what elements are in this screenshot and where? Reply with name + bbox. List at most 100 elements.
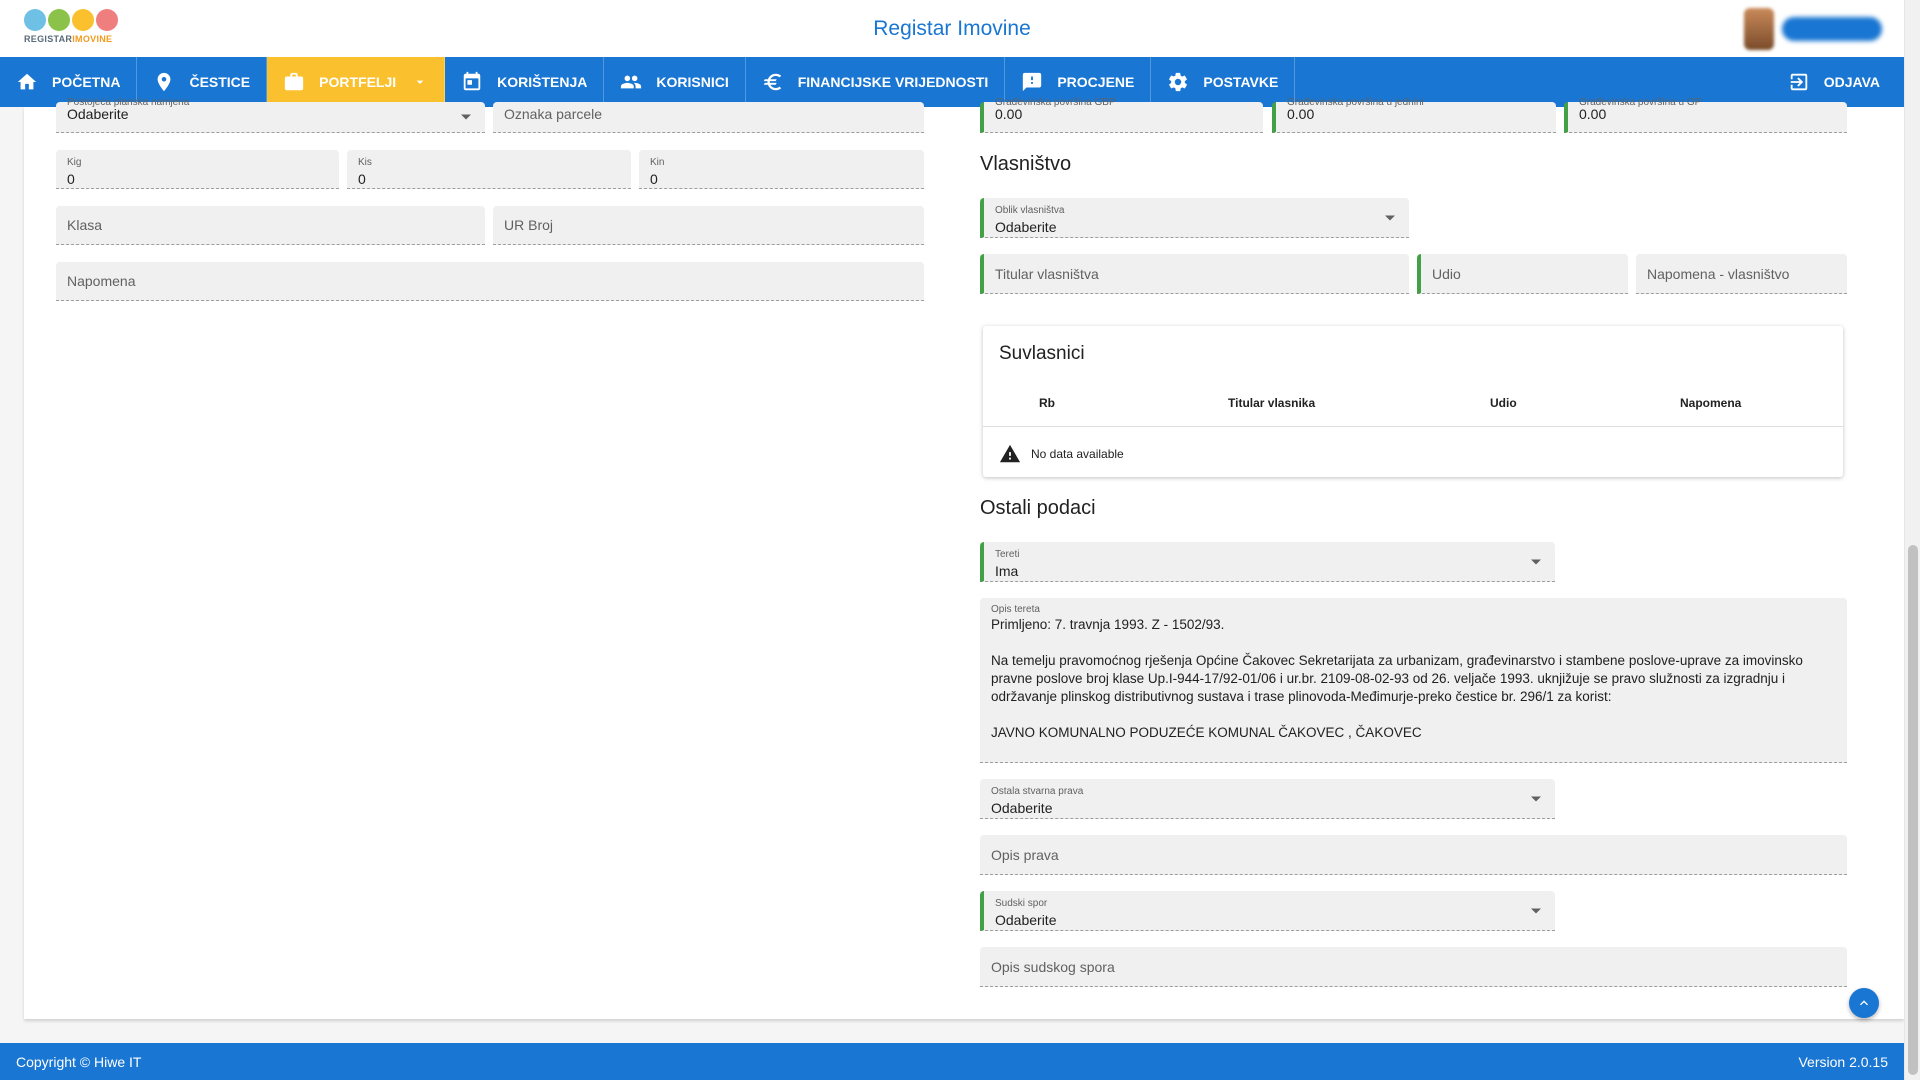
caret-down-icon	[416, 80, 424, 84]
top-header: REGISTARIMOVINE Registar Imovine	[0, 0, 1904, 57]
field-placeholder: UR Broj	[504, 217, 554, 233]
opis-sudskog-spora-input[interactable]: Opis sudskog spora	[980, 947, 1847, 987]
field-value: Ima	[995, 563, 1019, 579]
povrsina-gp-input[interactable]: Građevinska površina u GP 0.00	[1564, 97, 1847, 133]
user-avatar	[1744, 8, 1774, 50]
field-value: 0	[67, 171, 75, 187]
field-label: Oblik vlasništva	[995, 205, 1065, 216]
opis-prava-input[interactable]: Opis prava	[980, 835, 1847, 875]
logout-icon	[1790, 73, 1807, 91]
nav-label: PROCJENE	[1057, 74, 1135, 90]
kis-input[interactable]: Kis 0	[347, 150, 631, 189]
field-value: 0	[358, 171, 366, 187]
sudski-spor-select[interactable]: Sudski spor Odaberite	[980, 891, 1555, 931]
oblik-vlasnistva-select[interactable]: Oblik vlasništva Odaberite	[980, 198, 1409, 238]
klasa-input[interactable]: Klasa	[56, 206, 485, 245]
feedback-icon	[1023, 72, 1042, 92]
nav-label: KORIŠTENJA	[497, 74, 588, 90]
scroll-to-top-button[interactable]	[1849, 988, 1879, 1018]
suvlasnici-title: Suvlasnici	[999, 343, 1085, 364]
field-placeholder: Udio	[1432, 265, 1461, 282]
dropdown-arrow-icon	[461, 114, 471, 120]
app-title: Registar Imovine	[873, 17, 1031, 40]
dropdown-arrow-icon	[1531, 796, 1541, 801]
napomena-input[interactable]: Napomena	[56, 262, 924, 301]
nav-item-korisnici[interactable]: KORISNICI	[604, 57, 746, 107]
nav-item-portfelji[interactable]: PORTFELJI	[267, 57, 446, 107]
field-placeholder: Napomena	[67, 273, 136, 289]
nav-label: KORISNICI	[656, 74, 729, 90]
field-label: Sudski spor	[995, 898, 1048, 909]
field-placeholder: Titular vlasništva	[995, 265, 1099, 282]
field-placeholder: Opis sudskog spora	[991, 958, 1115, 975]
napomena-vlasnistvo-input[interactable]: Napomena - vlasništvo	[1636, 254, 1847, 294]
scrollbar-thumb[interactable]	[1908, 545, 1918, 1075]
column-header-napomena[interactable]: Napomena	[1680, 396, 1741, 410]
nav-item-postavke[interactable]: POSTAVKE	[1151, 57, 1296, 107]
ostali-podaci-heading: Ostali podaci	[980, 497, 1096, 519]
field-value: 0.00	[995, 106, 1023, 122]
field-label: Opis tereta	[991, 604, 1040, 615]
calendar-icon	[463, 71, 481, 91]
dropdown-arrow-icon	[1531, 908, 1541, 913]
field-placeholder: Oznaka parcele	[504, 106, 603, 122]
nav-label: POČETNA	[52, 74, 121, 90]
field-label: Kig	[67, 157, 82, 168]
field-placeholder: Klasa	[67, 217, 103, 233]
column-header-rb[interactable]: Rb	[1039, 396, 1055, 410]
nav-label: POSTAVKE	[1203, 74, 1279, 90]
no-data-message: No data available	[999, 443, 1124, 465]
tereti-select[interactable]: Tereti Ima	[980, 542, 1555, 582]
no-data-text: No data available	[1031, 447, 1124, 461]
chevron-up-icon	[1860, 1000, 1868, 1006]
nav-label: FINANCIJSKE VRIJEDNOSTI	[797, 74, 989, 90]
field-value: Odaberite	[991, 800, 1053, 816]
nav-label: ODJAVA	[1823, 74, 1880, 90]
kig-input[interactable]: Kig 0	[56, 150, 339, 189]
ur-broj-input[interactable]: UR Broj	[493, 206, 924, 245]
titular-vlasnistva-input[interactable]: Titular vlasništva	[980, 254, 1409, 294]
field-value: 0.00	[1287, 106, 1315, 122]
field-value: Odaberite	[67, 106, 129, 122]
gear-icon	[1169, 72, 1188, 92]
field-value: Odaberite	[995, 912, 1057, 928]
dropdown-arrow-icon	[1385, 215, 1395, 220]
ostala-stvarna-prava-select[interactable]: Ostala stvarna prava Odaberite	[980, 779, 1555, 819]
field-label: Kin	[650, 157, 665, 168]
udio-input[interactable]: Udio	[1417, 254, 1628, 294]
home-icon	[17, 73, 37, 90]
field-label: Tereti	[995, 549, 1020, 560]
warning-icon	[999, 444, 1021, 463]
page-footer: Copyright © Hiwe IT Version 2.0.15	[0, 1043, 1904, 1080]
nav-item-odjava[interactable]: ODJAVA	[1772, 57, 1904, 107]
page-scrollbar[interactable]	[1904, 0, 1920, 1080]
oznaka-parcele-input[interactable]: Oznaka parcele	[493, 102, 924, 133]
suvlasnici-table: Suvlasnici Rb Titular vlasnika Udio Napo…	[983, 326, 1843, 477]
field-value: 0.00	[1579, 106, 1607, 122]
povrsina-jednina-input[interactable]: Građevinska površina u jednini 0.00	[1272, 97, 1556, 133]
field-label: Kis	[358, 157, 372, 168]
table-header-divider	[983, 426, 1843, 427]
version-text: Version 2.0.15	[1798, 1054, 1888, 1070]
vlasnistvo-heading: Vlasništvo	[980, 153, 1072, 175]
copyright-text: Copyright © Hiwe IT	[16, 1054, 142, 1070]
field-value: 0	[650, 171, 658, 187]
textarea-value: Primljeno: 7. travnja 1993. Z - 1502/93.…	[991, 617, 1803, 740]
column-header-udio[interactable]: Udio	[1490, 396, 1517, 410]
column-header-titular[interactable]: Titular vlasnika	[1228, 396, 1315, 410]
nav-item-koristenja[interactable]: KORIŠTENJA	[445, 57, 605, 107]
field-placeholder: Opis prava	[991, 846, 1059, 863]
user-menu[interactable]	[1744, 8, 1884, 50]
opis-tereta-textarea[interactable]: Opis tereta Primljeno: 7. travnja 1993. …	[980, 598, 1847, 763]
nav-item-financijske-vrijednosti[interactable]: FINANCIJSKE VRIJEDNOSTI	[746, 57, 1006, 107]
povrsina-gbp-input[interactable]: Građevinska površina GBP 0.00	[980, 97, 1263, 133]
map-pin-icon	[158, 72, 171, 92]
briefcase-icon	[284, 72, 304, 91]
field-label: Ostala stvarna prava	[991, 786, 1084, 797]
namjena-select[interactable]: Postojeća planska namjena Odaberite	[56, 97, 485, 133]
nav-label: PORTFELJI	[319, 74, 397, 90]
dropdown-arrow-icon	[1531, 559, 1541, 564]
people-icon	[621, 75, 642, 89]
euro-icon	[763, 73, 781, 91]
kin-input[interactable]: Kin 0	[639, 150, 924, 189]
